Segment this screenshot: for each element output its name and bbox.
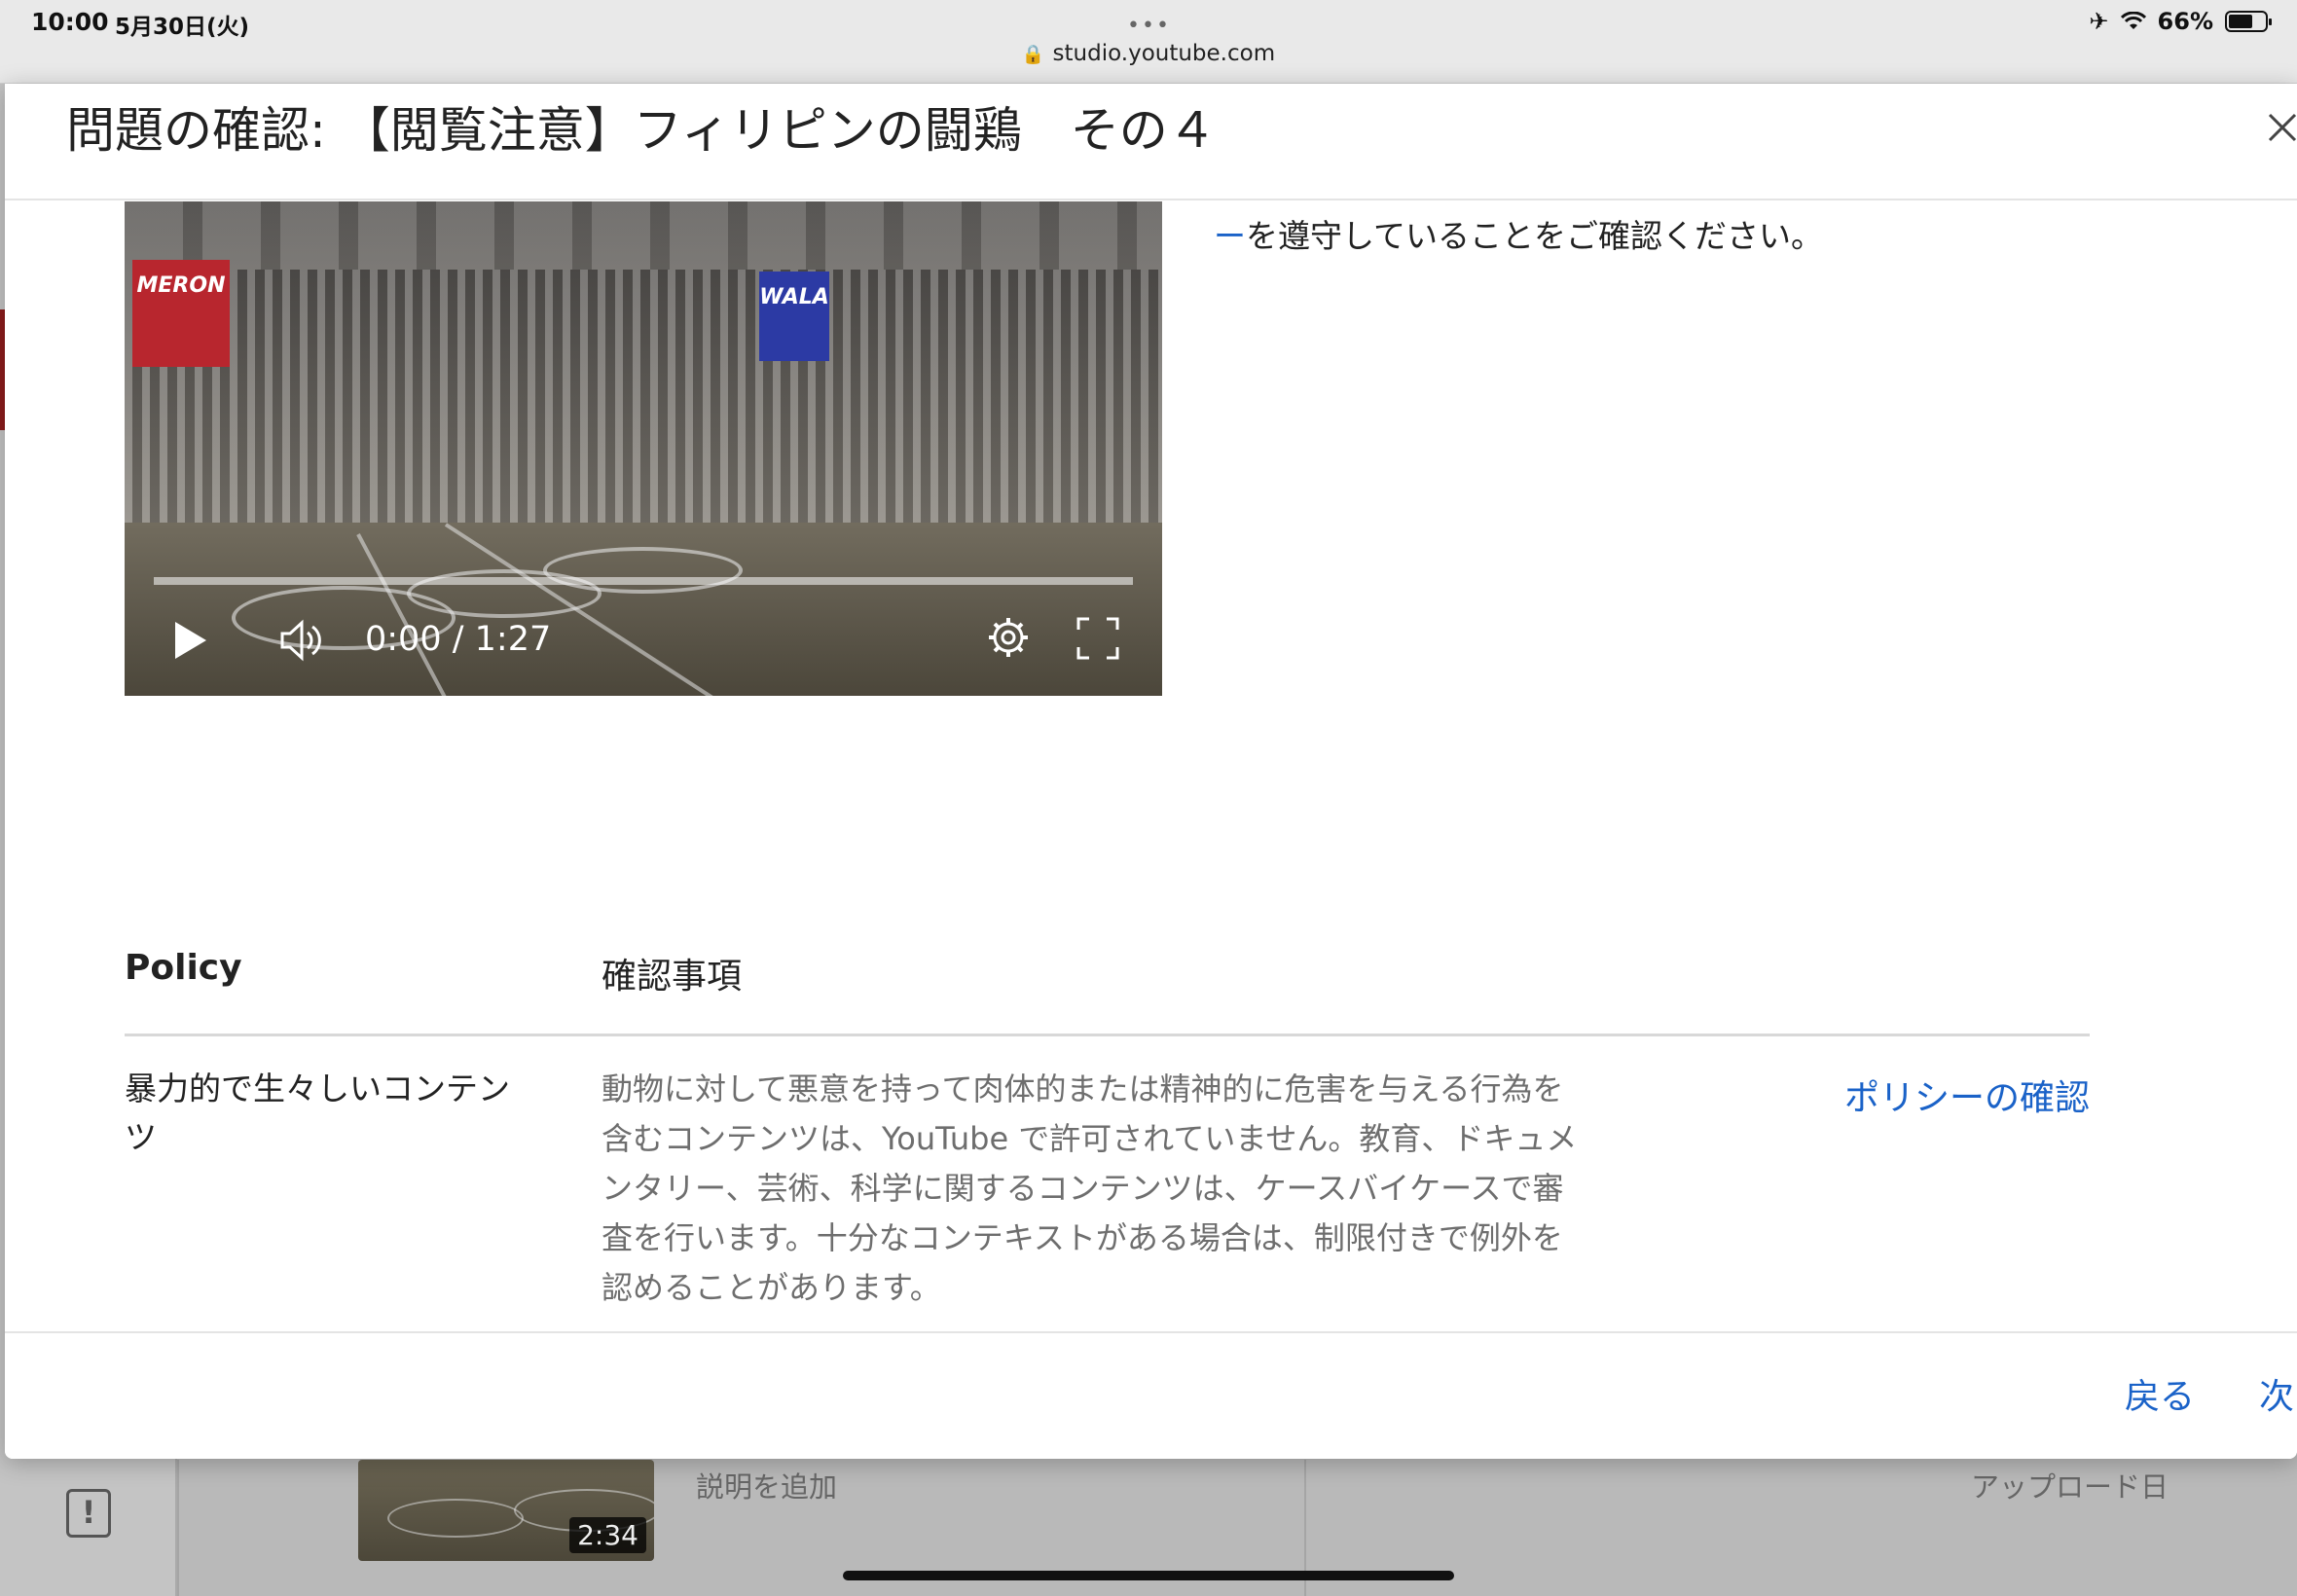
wifi-icon [2120, 12, 2146, 29]
battery-level [2229, 15, 2252, 28]
status-bar: 10:00 5月30日(火) ••• 🔒 studio.youtube.com ✈… [0, 0, 2297, 84]
policy-notice-text: を遵守していることをご確認ください。 [1246, 217, 1824, 255]
table-header-policy: Policy [125, 948, 242, 988]
lock-icon: 🔒 [1021, 44, 1045, 65]
background-description-placeholder[interactable]: 説明を追加 [696, 1465, 837, 1505]
home-indicator[interactable] [843, 1571, 1454, 1580]
url-text: studio.youtube.com [1052, 41, 1276, 66]
battery-icon [2225, 11, 2272, 32]
arena-circle [543, 547, 743, 594]
video-frame-crowd [125, 270, 1162, 523]
video-time-display: 0:00 / 1:27 [365, 620, 552, 659]
video-banner-meron: MERON [132, 260, 230, 367]
video-banner-wala: WALA [759, 272, 829, 361]
battery-percentage: 66% [2157, 8, 2213, 35]
multitasking-dots-icon[interactable]: ••• [1127, 14, 1171, 38]
background-upload-date-header[interactable]: アップロード日 [1971, 1465, 2169, 1505]
background-column-divider [177, 1460, 179, 1596]
feedback-alert-icon[interactable]: ! [66, 1489, 111, 1538]
thumbnail-ring [387, 1499, 524, 1538]
background-video-thumbnail[interactable]: 2:34 [358, 1460, 654, 1561]
policy-notice: ーを遵守していることをご確認ください。 [1214, 210, 1823, 257]
dialog-header: 問題の確認: 【閲覧注意】フィリピンの闘鶏 その４ [5, 84, 2297, 200]
airplane-icon: ✈ [2089, 8, 2109, 35]
video-player[interactable]: MERON WALA 0:00 / 1:27 [125, 201, 1162, 696]
table-row-policy-name: 暴力的で生々しいコンテンツ [125, 1070, 510, 1156]
status-indicators: ✈ 66% [2089, 8, 2272, 35]
policy-notice-link[interactable]: ー [1214, 217, 1246, 255]
table-divider [125, 1034, 2090, 1036]
dialog-title: 問題の確認: 【閲覧注意】フィリピンの闘鶏 その４ [66, 102, 1217, 159]
dialog-footer [5, 1331, 2297, 1459]
settings-gear-icon[interactable] [985, 614, 1032, 661]
close-icon[interactable] [2258, 103, 2297, 152]
table-header-check-items: 確認事項 [602, 957, 743, 997]
address-bar[interactable]: 🔒 studio.youtube.com [0, 41, 2297, 66]
video-progress-bar[interactable] [154, 577, 1133, 585]
play-icon[interactable] [175, 622, 206, 659]
volume-icon[interactable] [276, 615, 327, 666]
review-issue-dialog: 問題の確認: 【閲覧注意】フィリピンの闘鶏 その４ MERON WALA 0:0… [5, 84, 2297, 1459]
status-time: 10:00 [31, 8, 109, 36]
review-policy-link[interactable]: ポリシーの確認 [1835, 1069, 2090, 1129]
status-date: 5月30日(火) [115, 15, 250, 40]
table-row-description: 動物に対して悪意を持って肉体的または精神的に危害を与える行為を含むコンテンツは、… [602, 1070, 1578, 1306]
next-button[interactable]: 次 [2259, 1368, 2294, 1419]
back-button[interactable]: 戻る [2125, 1368, 2195, 1419]
thumbnail-duration: 2:34 [569, 1517, 646, 1553]
fullscreen-icon[interactable] [1076, 616, 1120, 661]
